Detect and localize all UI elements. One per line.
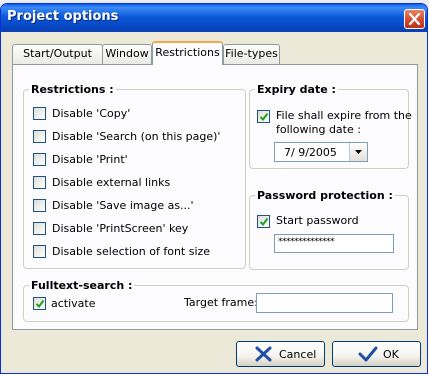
restrictions-tab-panel: Restrictions : Disable 'Copy' Disable 'S… (12, 64, 418, 330)
date-dropdown-button[interactable] (349, 143, 367, 161)
tab-window[interactable]: Window (102, 44, 152, 64)
checkmark-icon (259, 112, 269, 122)
password-protection-group (249, 195, 409, 270)
expiry-checkbox[interactable] (257, 110, 270, 123)
expiry-date-picker[interactable]: 7/ 9/2005 (274, 142, 368, 162)
start-password-label[interactable]: Start password (276, 214, 359, 227)
cancel-label: Cancel (279, 348, 317, 361)
cancel-button[interactable]: Cancel (236, 341, 325, 367)
expiry-group-title: Expiry date : (255, 83, 338, 96)
disable-font-size-checkbox[interactable] (33, 245, 46, 258)
disable-external-links-checkbox[interactable] (33, 176, 46, 189)
disable-save-image-checkbox[interactable] (33, 199, 46, 212)
close-icon (408, 13, 421, 25)
ok-label: OK (383, 348, 399, 361)
tab-label: File-types (225, 47, 278, 60)
disable-search-checkbox[interactable] (33, 130, 46, 143)
disable-printscreen-checkbox[interactable] (33, 222, 46, 235)
tab-label: Window (105, 47, 149, 60)
fulltext-activate-checkbox[interactable] (33, 297, 46, 310)
tab-label: Restrictions (155, 46, 220, 59)
title-bar[interactable]: Project options (1, 4, 427, 32)
password-value: ************** (278, 237, 335, 247)
ok-button[interactable]: OK (332, 341, 421, 367)
expiry-label-line2[interactable]: following date : (276, 123, 361, 136)
disable-font-size-label[interactable]: Disable selection of font size (52, 245, 210, 258)
disable-printscreen-label[interactable]: Disable 'PrintScreen' key (52, 222, 188, 235)
password-input[interactable]: ************** (274, 234, 394, 253)
chevron-down-icon (355, 150, 362, 154)
fulltext-group-title: Fulltext-search : (29, 279, 135, 292)
tab-file-types[interactable]: File-types (223, 44, 280, 64)
expiry-date-value: 7/ 9/2005 (284, 146, 337, 159)
checkmark-icon (35, 299, 45, 309)
disable-save-image-label[interactable]: Disable 'Save image as...' (52, 199, 194, 212)
expiry-label-line1[interactable]: File shall expire from the (276, 109, 412, 122)
cancel-x-icon (255, 346, 272, 362)
start-password-checkbox[interactable] (257, 215, 270, 228)
restrictions-group-title: Restrictions : (29, 83, 116, 96)
disable-print-checkbox[interactable] (33, 153, 46, 166)
disable-copy-checkbox[interactable] (33, 107, 46, 120)
disable-search-label[interactable]: Disable 'Search (on this page)' (52, 130, 220, 143)
project-options-dialog: Project options Start/Output file Window… (0, 3, 428, 374)
check-icon (358, 346, 378, 362)
disable-copy-label[interactable]: Disable 'Copy' (52, 107, 130, 120)
tab-start-output-file[interactable]: Start/Output file (12, 44, 103, 78)
checkmark-icon (259, 217, 269, 227)
fulltext-activate-label[interactable]: activate (51, 297, 96, 310)
target-frame-label: Target frame: (184, 296, 258, 309)
window-title: Project options (7, 9, 119, 24)
target-frame-input[interactable] (256, 293, 393, 313)
tab-restrictions[interactable]: Restrictions (152, 41, 223, 65)
disable-external-links-label[interactable]: Disable external links (52, 176, 170, 189)
close-button[interactable] (404, 9, 425, 29)
password-group-title: Password protection : (255, 189, 395, 202)
disable-print-label[interactable]: Disable 'Print' (52, 153, 128, 166)
